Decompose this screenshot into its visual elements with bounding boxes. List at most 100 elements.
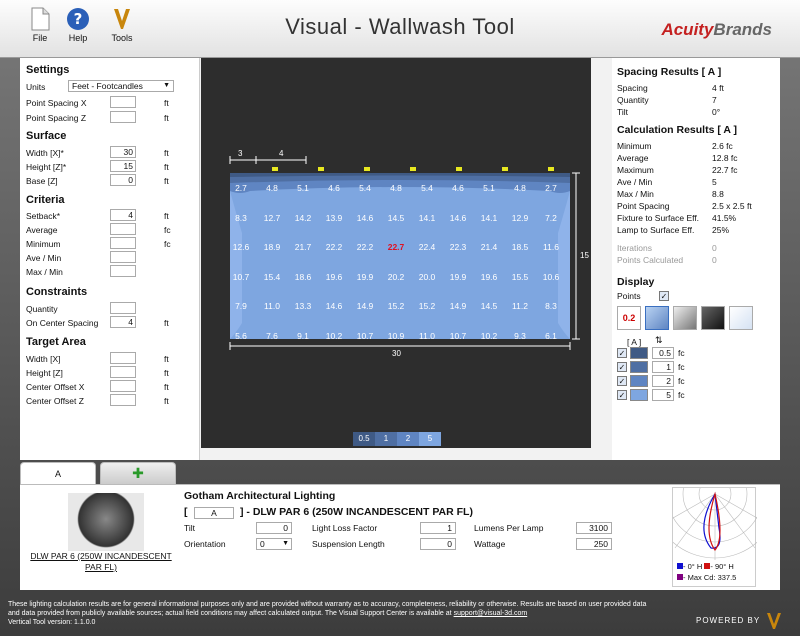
level-color-swatch[interactable] [630,361,648,373]
orientation-select[interactable]: 0 ▼ [256,538,292,550]
grid-cell: 21.4 [480,242,498,252]
unit-label: ft [164,318,169,328]
grid-cell: 19.6 [325,271,343,282]
grid-cell: 5.1 [297,183,309,193]
grid-cell: 19.9 [356,271,374,282]
level-checkbox[interactable]: ✓ [617,362,627,372]
display-mode-isolux-button[interactable] [645,306,669,330]
level-unit: fc [678,362,685,372]
point-spacing-z-input[interactable] [110,111,136,123]
grid-cell: 15.5 [511,271,529,282]
calc-label: Lamp to Surface Eff. [617,225,695,235]
settings-panel: Settings Units Feet - Footcandles ▼ Point… [20,58,200,460]
grid-cell: 22.4 [418,242,436,252]
grid-cell: 5.4 [421,183,433,193]
quantity-value: 7 [712,95,717,105]
level-color-swatch[interactable] [630,347,648,359]
luminaire-caption-link[interactable]: DLW PAR 6 (250W INCANDESCENT PAR FL) [28,551,174,573]
luminaire-tag-input[interactable]: A [194,507,234,519]
lumens-input[interactable]: 3100 [576,522,612,534]
center-offset-z-input[interactable] [110,394,136,406]
unit-label: fc [164,225,171,235]
wattage-input[interactable]: 250 [576,538,612,550]
level-color-swatch[interactable] [630,389,648,401]
base-input[interactable]: 0 [110,174,136,186]
tilt-input[interactable]: 0 [256,522,292,534]
grid-cell: 4.8 [390,183,402,193]
points-checkbox[interactable]: ✓ [659,291,669,301]
ave-min-input[interactable] [110,251,136,263]
max-min-input[interactable] [110,265,136,277]
acuity-brands-logo: AcuityBrands [661,20,772,39]
sort-icon[interactable]: ⇅ [655,334,663,346]
grid-cell: 4.8 [266,183,278,193]
center-offset-x-input[interactable] [110,380,136,392]
luminaire-title: ] - DLW PAR 6 (250W INCANDESCENT PAR FL) [240,506,473,518]
luminaire-marker[interactable] [318,167,324,171]
width-input[interactable]: 30 [110,146,136,158]
point-spacing-z-label: Point Spacing Z [26,113,87,123]
suspension-input[interactable]: 0 [420,538,456,550]
luminaire-marker[interactable] [548,167,554,171]
target-width-input[interactable] [110,352,136,364]
level-checkbox[interactable]: ✓ [617,348,627,358]
wall-render-canvas[interactable]: 3 4 15 30 2.7 4.8 5.1 4.6 5.4 4.8 5.4 4.6 5.1 4.8… [201,58,591,448]
add-luminaire-tab[interactable]: ✚ [100,462,176,484]
iterations-label: Iterations [617,243,652,253]
grid-cell: 12.9 [511,212,529,223]
display-mode-labels-button[interactable]: 0.2 [617,306,641,330]
orientation-label: Orientation [184,539,226,549]
display-mode-fixture-button[interactable] [729,306,753,330]
luminaire-photo [68,493,144,551]
height-input[interactable]: 15 [110,160,136,172]
level-value-input[interactable]: 1 [652,361,674,373]
units-select[interactable]: Feet - Footcandles ▼ [68,80,174,92]
tab-a[interactable]: A [20,462,96,484]
grid-cell: 10.6 [542,271,560,282]
point-spacing-x-input[interactable] [110,96,136,108]
luminaire-marker[interactable] [410,167,416,171]
grid-cell: 10.7 [232,271,250,282]
calc-row: Point Spacing 2.5 x 2.5 ft [617,200,777,212]
level-checkbox[interactable]: ✓ [617,376,627,386]
support-email-link[interactable]: support@visual-3d.com [454,610,528,617]
target-height-input[interactable] [110,366,136,378]
grid-cell: 15.2 [418,301,436,311]
suspension-label: Suspension Length [312,539,385,549]
level-value-input[interactable]: 0.5 [652,347,674,359]
center-offset-z-label: Center Offset Z [26,396,84,406]
luminaire-marker[interactable] [456,167,462,171]
grid-cell: 14.1 [418,212,436,223]
unit-label: ft [164,176,169,186]
quantity-input[interactable] [110,302,136,314]
llf-input[interactable]: 1 [420,522,456,534]
calc-row: Average 12.8 fc [617,152,777,164]
surface-header: Surface [26,130,67,142]
level-checkbox[interactable]: ✓ [617,390,627,400]
level-value-input[interactable]: 2 [652,375,674,387]
llf-label: Light Loss Factor [312,523,378,533]
chevron-down-icon: ▼ [282,540,289,547]
on-center-input[interactable]: 4 [110,316,136,328]
grid-cell: 19.9 [449,271,467,282]
grid-cell: 20.2 [387,271,405,282]
grid-cell: 6.1 [545,330,557,341]
luminaire-marker[interactable] [364,167,370,171]
setback-input[interactable]: 4 [110,209,136,221]
display-mode-render-button[interactable] [701,306,725,330]
level-color-swatch[interactable] [630,375,648,387]
average-input[interactable] [110,223,136,235]
calc-label: Average [617,153,649,163]
luminaire-marker[interactable] [272,167,278,171]
luminaire-marker[interactable] [502,167,508,171]
iterations-value: 0 [712,243,717,253]
calc-label: Point Spacing [617,201,670,211]
minimum-input[interactable] [110,237,136,249]
level-unit: fc [678,390,685,400]
calc-value: 25% [712,225,730,235]
display-mode-grayscale-button[interactable] [673,306,697,330]
grid-cell: 14.5 [387,212,405,223]
level-value-input[interactable]: 5 [652,389,674,401]
calc-row: Ave / Min 5 [617,176,777,188]
disclaimer-footer: These lighting calculation results are f… [8,600,648,627]
